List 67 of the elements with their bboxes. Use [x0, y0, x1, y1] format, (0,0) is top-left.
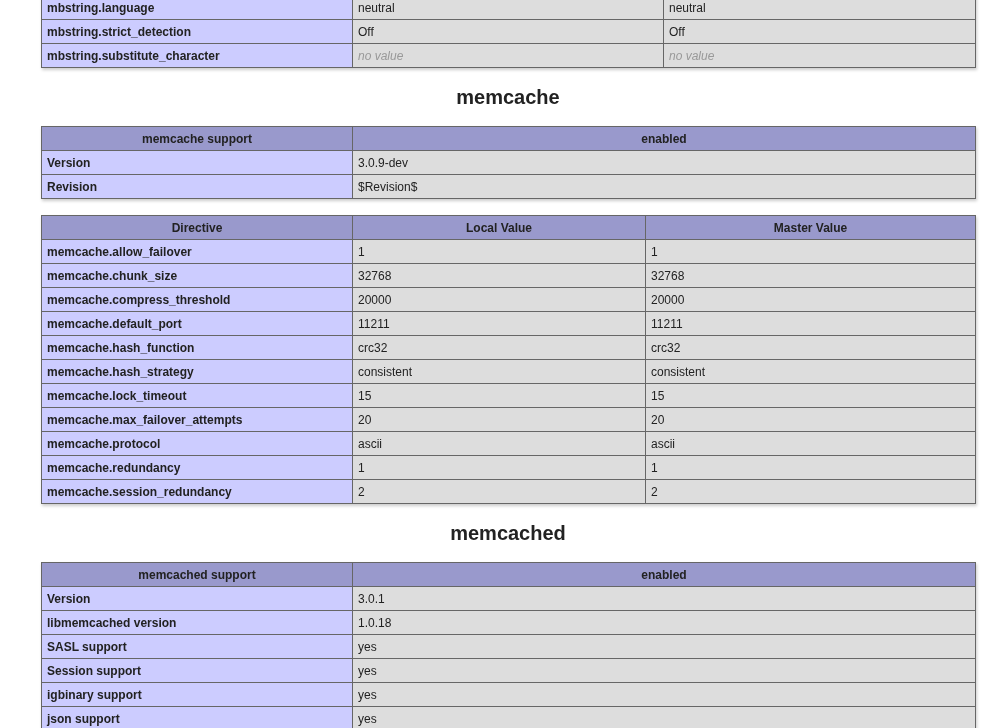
header-cell: memcache support — [41, 126, 353, 151]
header-cell: Local Value — [352, 215, 646, 240]
key-cell: Version — [41, 586, 353, 611]
key-cell: SASL support — [41, 634, 353, 659]
key-cell: memcache.session_redundancy — [41, 479, 353, 504]
key-cell: memcache.hash_strategy — [41, 359, 353, 384]
key-cell: Revision — [41, 174, 353, 199]
value-cell: 1 — [352, 239, 646, 264]
value-cell: yes — [352, 634, 976, 659]
value-cell: yes — [352, 706, 976, 728]
value-cell: ascii — [645, 431, 976, 456]
key-cell: memcache.protocol — [41, 431, 353, 456]
key-cell: mbstring.strict_detection — [41, 19, 353, 44]
header-cell: memcached support — [41, 562, 353, 587]
key-cell: json support — [41, 706, 353, 728]
key-cell: memcache.compress_threshold — [41, 287, 353, 312]
value-cell: 20000 — [352, 287, 646, 312]
value-cell: neutral — [352, 0, 664, 20]
value-cell: Off — [352, 19, 664, 44]
key-cell: igbinary support — [41, 682, 353, 707]
value-cell: 3.0.9-dev — [352, 150, 976, 175]
value-cell: 15 — [645, 383, 976, 408]
header-cell: enabled — [352, 562, 976, 587]
key-cell: memcache.max_failover_attempts — [41, 407, 353, 432]
value-cell: yes — [352, 682, 976, 707]
key-cell: memcache.default_port — [41, 311, 353, 336]
key-cell: Session support — [41, 658, 353, 683]
value-cell: 2 — [352, 479, 646, 504]
value-cell: neutral — [663, 0, 976, 20]
key-cell: memcache.allow_failover — [41, 239, 353, 264]
value-cell: $Revision$ — [352, 174, 976, 199]
value-cell: 3.0.1 — [352, 586, 976, 611]
value-cell: crc32 — [645, 335, 976, 360]
value-cell: yes — [352, 658, 976, 683]
section-heading: memcache — [455, 87, 561, 107]
value-cell: consistent — [352, 359, 646, 384]
value-cell: crc32 — [352, 335, 646, 360]
value-cell: 32768 — [645, 263, 976, 288]
key-cell: mbstring.substitute_character — [41, 43, 353, 68]
key-cell: mbstring.language — [41, 0, 353, 20]
key-cell: Version — [41, 150, 353, 175]
key-cell: libmemcached version — [41, 610, 353, 635]
header-cell: Master Value — [645, 215, 976, 240]
value-cell: 1 — [645, 455, 976, 480]
value-cell: 1.0.18 — [352, 610, 976, 635]
header-cell: enabled — [352, 126, 976, 151]
value-cell: no value — [663, 43, 976, 68]
header-cell: Directive — [41, 215, 353, 240]
value-cell: 11211 — [352, 311, 646, 336]
key-cell: memcache.lock_timeout — [41, 383, 353, 408]
value-cell: 20000 — [645, 287, 976, 312]
value-cell: 32768 — [352, 263, 646, 288]
value-cell: Off — [663, 19, 976, 44]
value-cell: 15 — [352, 383, 646, 408]
value-cell: 20 — [352, 407, 646, 432]
value-cell: 2 — [645, 479, 976, 504]
value-cell: consistent — [645, 359, 976, 384]
value-cell: no value — [352, 43, 664, 68]
value-cell: 1 — [645, 239, 976, 264]
value-cell: 11211 — [645, 311, 976, 336]
section-heading: memcached — [449, 523, 567, 543]
key-cell: memcache.redundancy — [41, 455, 353, 480]
value-cell: 20 — [645, 407, 976, 432]
value-cell: 1 — [352, 455, 646, 480]
value-cell: ascii — [352, 431, 646, 456]
key-cell: memcache.hash_function — [41, 335, 353, 360]
key-cell: memcache.chunk_size — [41, 263, 353, 288]
